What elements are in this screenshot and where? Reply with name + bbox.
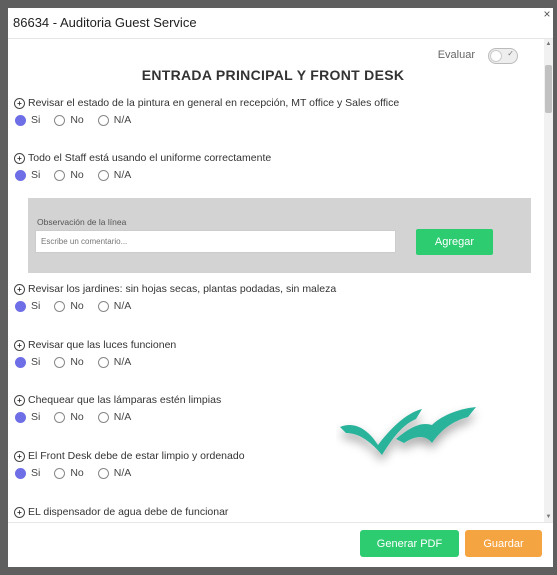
option-na[interactable]: N/A <box>97 114 132 126</box>
option-label: N/A <box>113 169 132 181</box>
evaluar-toggle[interactable]: ✓ <box>488 48 518 64</box>
option-label: Si <box>31 300 41 312</box>
option-no[interactable]: No <box>53 356 84 368</box>
radio-si[interactable] <box>15 356 26 368</box>
option-na[interactable]: N/A <box>97 300 132 312</box>
question-item: + EL dispensador de agua debe de funciona… <box>14 506 228 522</box>
wave-logo-icon <box>340 407 476 455</box>
radio-no[interactable] <box>54 411 66 423</box>
question-text: El Front Desk debe de estar limpio y ord… <box>28 450 245 462</box>
question-item: + Revisar los jardines: sin hojas secas, … <box>14 283 336 312</box>
option-si[interactable]: Si <box>14 300 40 312</box>
option-label: Si <box>31 169 41 181</box>
agregar-button[interactable]: Agregar <box>416 229 493 255</box>
radio-no[interactable] <box>54 356 66 368</box>
option-na[interactable]: N/A <box>97 169 132 181</box>
observation-label: Observación de la línea <box>37 217 127 227</box>
question-text: EL dispensador de agua debe de funcionar <box>28 506 229 518</box>
option-label: No <box>70 114 84 126</box>
option-label: N/A <box>113 300 132 312</box>
scroll-down-icon[interactable]: ▼ <box>544 512 553 522</box>
plus-circle-icon[interactable]: + <box>14 339 25 351</box>
option-no[interactable]: No <box>53 169 84 181</box>
section-title: ENTRADA PRINCIPAL Y FRONT DESK <box>141 67 405 83</box>
radio-no[interactable] <box>54 169 66 181</box>
evaluar-label: Evaluar <box>437 49 475 61</box>
check-icon: ✓ <box>507 49 514 58</box>
option-na[interactable]: N/A <box>97 356 132 368</box>
question-item: + El Front Desk debe de estar limpio y or… <box>14 450 245 479</box>
radio-no[interactable] <box>54 300 66 312</box>
plus-circle-icon[interactable]: + <box>14 394 25 406</box>
modal-body: Evaluar ✓ ENTRADA PRINCIPAL Y FRONT DESK… <box>8 39 553 522</box>
question-text: Todo el Staff está usando el uniforme co… <box>28 152 272 164</box>
question-text: Revisar el estado de la pintura en gener… <box>28 97 400 109</box>
option-no[interactable]: No <box>53 467 84 479</box>
option-label: N/A <box>113 114 132 126</box>
option-label: No <box>70 300 84 312</box>
option-si[interactable]: Si <box>14 356 40 368</box>
question-item: + Chequear que las lámparas estén limpias… <box>14 394 221 423</box>
scroll-thumb[interactable] <box>545 65 552 113</box>
option-si[interactable]: Si <box>14 169 40 181</box>
radio-si[interactable] <box>15 114 26 126</box>
option-label: N/A <box>113 356 132 368</box>
radio-si[interactable] <box>15 169 26 181</box>
plus-circle-icon[interactable]: + <box>14 506 25 518</box>
question-item: + Revisar el estado de la pintura en gene… <box>14 97 399 126</box>
option-no[interactable]: No <box>53 114 84 126</box>
radio-no[interactable] <box>54 467 66 479</box>
option-label: Si <box>31 467 41 479</box>
option-label: N/A <box>113 411 132 423</box>
option-label: No <box>70 467 84 479</box>
radio-na[interactable] <box>97 169 109 181</box>
option-label: No <box>70 169 84 181</box>
toggle-knob <box>490 50 502 62</box>
radio-si[interactable] <box>15 300 26 312</box>
scrollbar[interactable]: ▲ ▼ <box>544 39 553 522</box>
guardar-button[interactable]: Guardar <box>465 530 542 557</box>
scroll-up-icon[interactable]: ▲ <box>544 39 553 49</box>
question-text: Revisar los jardines: sin hojas secas, p… <box>28 283 337 295</box>
option-na[interactable]: N/A <box>97 467 132 479</box>
plus-circle-icon[interactable]: + <box>14 450 25 462</box>
option-label: Si <box>31 114 41 126</box>
option-label: No <box>70 356 84 368</box>
radio-si[interactable] <box>15 411 26 423</box>
option-label: Si <box>31 356 41 368</box>
generar-pdf-button[interactable]: Generar PDF <box>360 530 459 557</box>
radio-na[interactable] <box>97 411 109 423</box>
modal-footer: Generar PDF Guardar <box>8 522 553 567</box>
option-si[interactable]: Si <box>14 411 40 423</box>
option-no[interactable]: No <box>53 300 84 312</box>
radio-si[interactable] <box>15 467 26 479</box>
option-na[interactable]: N/A <box>97 411 132 423</box>
radio-na[interactable] <box>97 114 109 126</box>
question-text: Revisar que las luces funcionen <box>28 339 177 351</box>
option-label: N/A <box>113 467 132 479</box>
option-si[interactable]: Si <box>14 467 40 479</box>
plus-circle-icon[interactable]: + <box>14 283 25 295</box>
plus-circle-icon[interactable]: + <box>14 97 25 109</box>
question-item: + Todo el Staff está usando el uniforme c… <box>14 152 271 181</box>
observation-input[interactable] <box>35 230 396 253</box>
modal-header: 86634 - Auditoria Guest Service × <box>8 8 553 39</box>
modal-title: 86634 - Auditoria Guest Service <box>13 15 197 30</box>
radio-no[interactable] <box>54 114 66 126</box>
option-label: No <box>70 411 84 423</box>
option-label: Si <box>31 411 41 423</box>
question-text: Chequear que las lámparas estén limpias <box>28 394 222 406</box>
plus-circle-icon[interactable]: + <box>14 152 25 164</box>
close-icon[interactable]: × <box>541 8 553 20</box>
radio-na[interactable] <box>97 356 109 368</box>
observation-panel: Observación de la línea Agregar <box>28 198 531 273</box>
radio-na[interactable] <box>97 300 109 312</box>
question-item: + Revisar que las luces funcionen Si No N… <box>14 339 176 368</box>
option-si[interactable]: Si <box>14 114 40 126</box>
audit-modal: 86634 - Auditoria Guest Service × Evalua… <box>8 8 553 567</box>
option-no[interactable]: No <box>53 411 84 423</box>
radio-na[interactable] <box>97 467 109 479</box>
